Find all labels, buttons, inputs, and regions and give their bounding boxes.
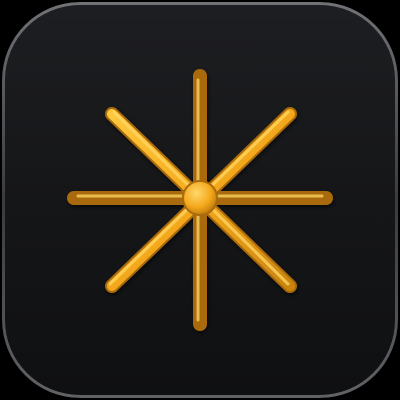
app-icon-graphic — [2, 2, 398, 398]
asterisk-star-icon — [67, 69, 333, 331]
app-icon[interactable] — [2, 2, 398, 398]
canvas — [0, 0, 400, 400]
star-hub — [182, 180, 218, 216]
